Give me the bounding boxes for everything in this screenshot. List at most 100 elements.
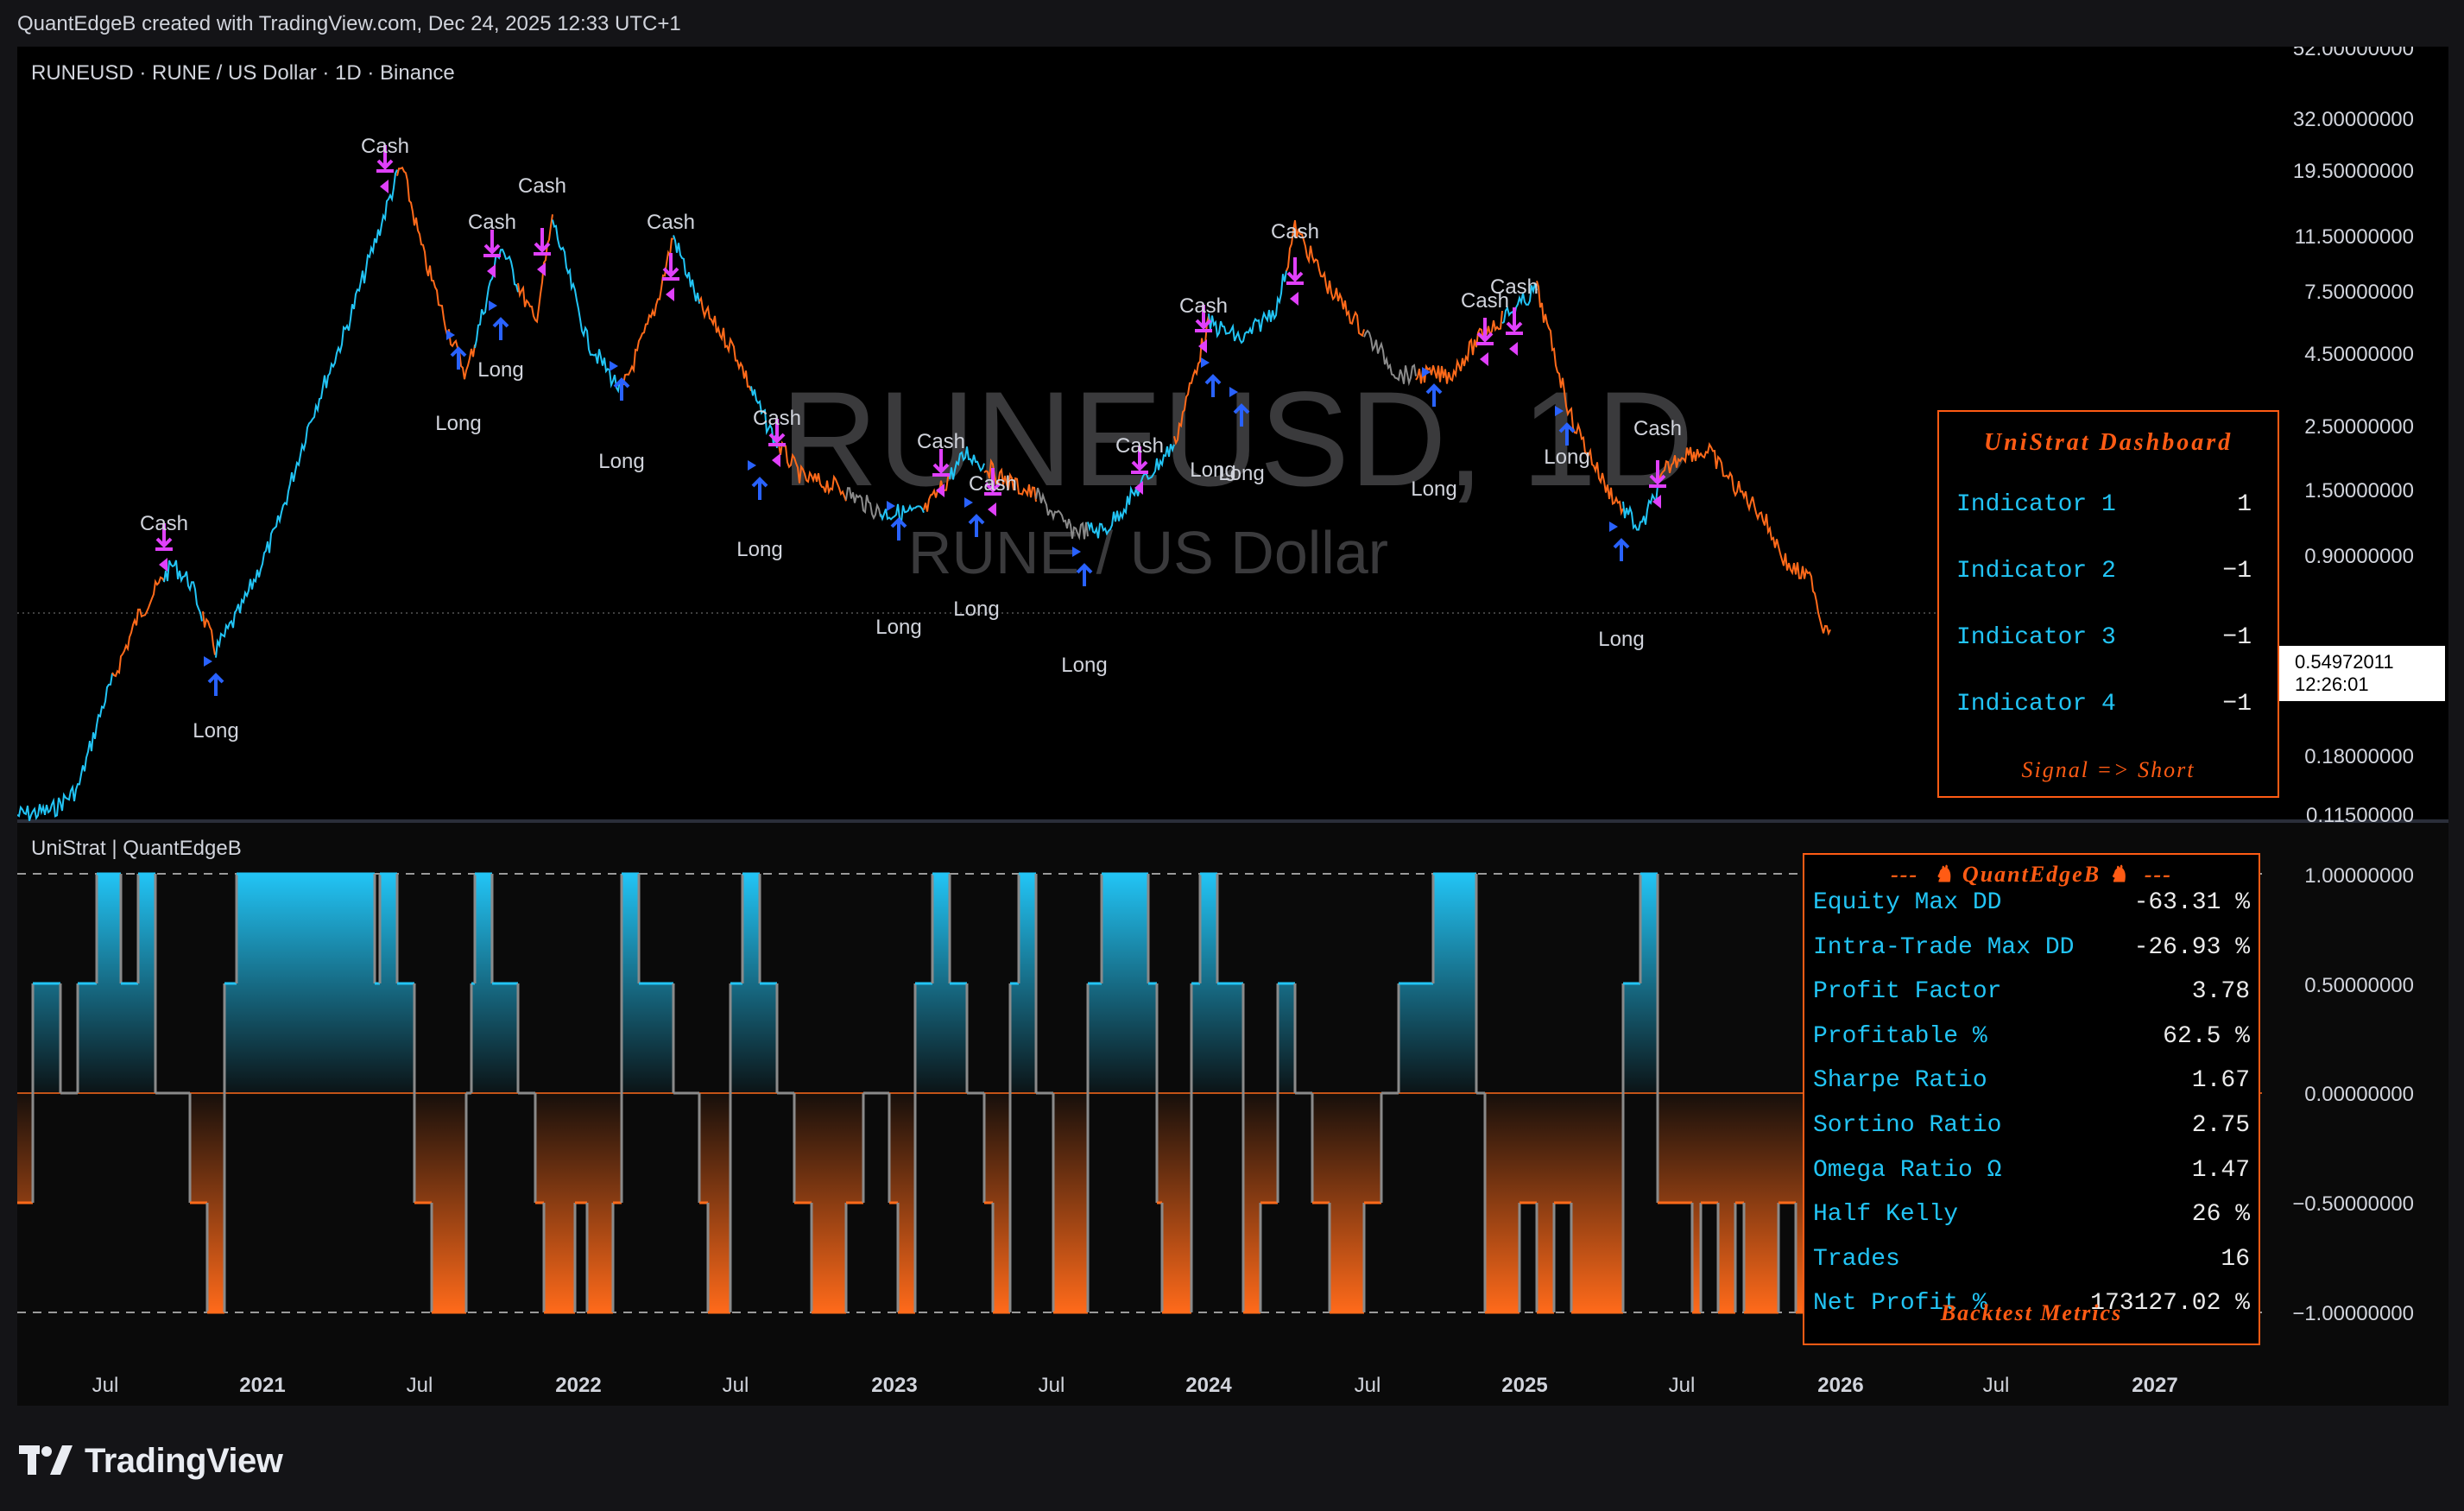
long-arrow-icon bbox=[492, 317, 509, 340]
dashboard-label: Indicator 1 bbox=[1956, 491, 2116, 518]
metrics-value: -63.31 % bbox=[2133, 889, 2250, 916]
price-axis-label: 52.00000000 bbox=[2293, 47, 2414, 60]
metrics-value: 1.47 bbox=[2191, 1156, 2250, 1184]
time-axis-label: Jul bbox=[1983, 1374, 2010, 1397]
cash-triangle-icon bbox=[772, 453, 780, 467]
metrics-row: Equity Max DD -63.31 % bbox=[1813, 889, 2250, 924]
time-axis-label: 2025 bbox=[1501, 1374, 1547, 1397]
cash-signal: Cash bbox=[361, 135, 409, 193]
cash-label: Cash bbox=[468, 211, 516, 234]
metrics-value: 62.5 % bbox=[2163, 1022, 2250, 1050]
dashboard-row: Indicator 3 −1 bbox=[1956, 624, 2260, 659]
metrics-value: 16 bbox=[2221, 1245, 2250, 1273]
time-axis-label: 2021 bbox=[239, 1374, 285, 1397]
metrics-label: Half Kelly bbox=[1813, 1201, 1959, 1229]
dashboard-value: −1 bbox=[2222, 691, 2252, 718]
long-triangle-icon bbox=[610, 361, 618, 371]
long-arrow-icon bbox=[890, 517, 907, 541]
long-label: Long bbox=[193, 719, 238, 743]
long-triangle-icon bbox=[204, 656, 212, 667]
long-label: Long bbox=[1061, 654, 1107, 677]
osc-axis-label: 1.00000000 bbox=[2304, 864, 2414, 888]
unistrat-dashboard: UniStrat Dashboard Indicator 1 1 Indicat… bbox=[1937, 410, 2279, 798]
metrics-label: Equity Max DD bbox=[1813, 889, 2002, 916]
cash-signal: Cash bbox=[468, 211, 516, 278]
long-triangle-icon bbox=[748, 460, 756, 471]
cash-signal: Cash bbox=[1271, 220, 1319, 306]
price-axis-label: 0.90000000 bbox=[2304, 545, 2414, 568]
long-arrow-icon bbox=[207, 673, 224, 696]
long-signal: Long bbox=[1598, 522, 1645, 651]
long-label: Long bbox=[1218, 462, 1264, 485]
footer bbox=[0, 1406, 2464, 1511]
time-axis-label: Jul bbox=[1039, 1374, 1065, 1397]
metrics-label: Trades bbox=[1813, 1245, 1900, 1273]
cash-signal: Cash bbox=[1490, 275, 1538, 356]
cash-label: Cash bbox=[518, 174, 566, 198]
metrics-label: Omega Ratio Ω bbox=[1813, 1156, 2002, 1184]
price-segment bbox=[474, 249, 519, 349]
tradingview-logo-icon bbox=[19, 1445, 73, 1475]
metrics-value: 1.67 bbox=[2191, 1067, 2250, 1095]
price-segment bbox=[111, 576, 165, 678]
cash-label: Cash bbox=[140, 512, 188, 535]
tradingview-logo[interactable]: TradingView bbox=[19, 1435, 283, 1487]
metrics-title: --- ♞ QuantEdgeB ♞ --- bbox=[1891, 862, 2172, 887]
dashboard-label: Indicator 2 bbox=[1956, 558, 2116, 585]
price-axis-label: 32.00000000 bbox=[2293, 108, 2414, 131]
chart-caption: QuantEdgeB created with TradingView.com,… bbox=[17, 12, 681, 35]
time-axis-label: 2027 bbox=[2132, 1374, 2177, 1397]
cash-label: Cash bbox=[361, 135, 409, 158]
price-axis[interactable]: 52.00000000 32.00000000 19.50000000 11.5000… bbox=[2293, 47, 2414, 827]
cash-label: Cash bbox=[1490, 275, 1538, 299]
long-label: Long bbox=[736, 538, 782, 561]
current-price-tag: 0.54972011 12:26:01 bbox=[2279, 646, 2445, 701]
time-axis-label: 2026 bbox=[1817, 1374, 1863, 1397]
cash-signal: Cash bbox=[647, 211, 695, 301]
cash-label: Cash bbox=[1115, 434, 1164, 458]
cash-triangle-icon bbox=[1290, 292, 1298, 306]
cash-label: Cash bbox=[1271, 220, 1319, 243]
metrics-row: Trades 16 bbox=[1813, 1246, 2250, 1280]
metrics-value: 26 % bbox=[2191, 1201, 2250, 1229]
price-axis-label: 0.11500000 bbox=[2306, 804, 2414, 827]
time-axis-label: Jul bbox=[1355, 1374, 1381, 1397]
cash-signal: Cash bbox=[140, 512, 188, 572]
long-signal: Long bbox=[736, 460, 783, 561]
osc-axis-label: −1.00000000 bbox=[2292, 1302, 2414, 1325]
indicator-title[interactable]: UniStrat | QuantEdgeB bbox=[31, 837, 242, 860]
metrics-value: 3.78 bbox=[2191, 978, 2250, 1006]
price-segment bbox=[17, 673, 113, 821]
metrics-value: 2.75 bbox=[2191, 1112, 2250, 1139]
metrics-footer: Backtest Metrics bbox=[1940, 1300, 2123, 1325]
price-segment bbox=[396, 166, 476, 380]
cash-label: Cash bbox=[1179, 294, 1228, 318]
chart-area[interactable]: RUNEUSD, 1D RUNE / US Dollar Cash Cash Cas… bbox=[17, 47, 2448, 1406]
long-triangle-icon bbox=[1609, 522, 1618, 532]
symbol-info[interactable]: RUNEUSD · RUNE / US Dollar · 1D · Binanc… bbox=[31, 61, 455, 85]
price-segment bbox=[202, 610, 216, 655]
dashboard-signal: Signal => Short bbox=[2021, 757, 2195, 782]
dashboard-label: Indicator 4 bbox=[1956, 691, 2116, 718]
long-signal: Long bbox=[193, 656, 239, 743]
metrics-row: Sortino Ratio 2.75 bbox=[1813, 1112, 2250, 1147]
cash-triangle-icon bbox=[487, 264, 496, 278]
time-axis-label: 2022 bbox=[555, 1374, 601, 1397]
long-arrow-icon bbox=[450, 346, 467, 370]
long-arrow-icon bbox=[751, 477, 768, 500]
cash-triangle-icon bbox=[1509, 342, 1518, 356]
price-axis-label: 2.50000000 bbox=[2304, 415, 2414, 439]
price-axis-label: 0.18000000 bbox=[2304, 745, 2414, 768]
price-axis-label: 1.50000000 bbox=[2304, 479, 2414, 503]
long-label: Long bbox=[598, 450, 644, 473]
time-axis-label: Jul bbox=[407, 1374, 433, 1397]
cash-label: Cash bbox=[969, 472, 1017, 496]
long-label: Long bbox=[953, 597, 999, 621]
metrics-row: Intra-Trade Max DD -26.93 % bbox=[1813, 934, 2250, 969]
dashboard-value: −1 bbox=[2222, 558, 2252, 585]
long-label: Long bbox=[477, 358, 523, 382]
pane-separator[interactable] bbox=[17, 819, 2448, 823]
cash-triangle-icon bbox=[537, 262, 546, 276]
long-arrow-icon bbox=[1613, 538, 1630, 561]
osc-axis-label: 0.00000000 bbox=[2304, 1083, 2414, 1106]
